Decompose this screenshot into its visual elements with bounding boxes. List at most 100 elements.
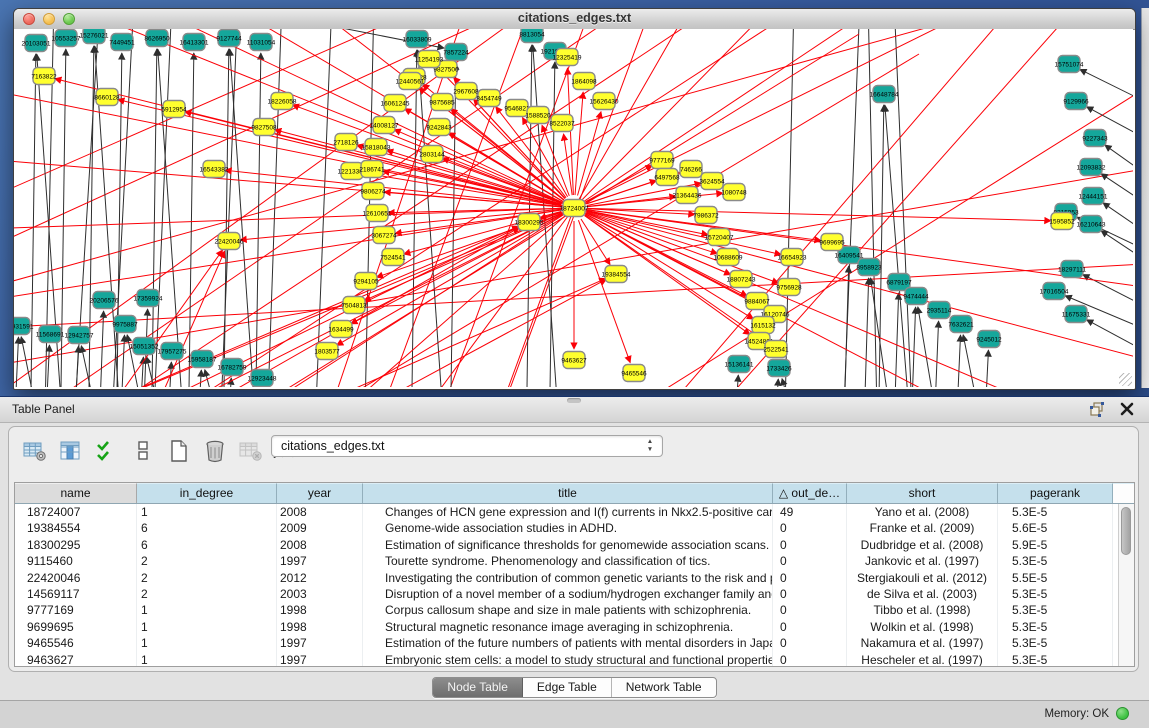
graph-node[interactable]: 2803144 bbox=[419, 146, 445, 163]
graph-node[interactable]: 9975887 bbox=[112, 316, 138, 333]
graph-node[interactable]: 10688609 bbox=[714, 249, 743, 266]
graph-node[interactable]: 16782759 bbox=[218, 359, 247, 376]
graph-node[interactable]: 9756928 bbox=[776, 279, 802, 296]
network-canvas-svg[interactable]: 2010305110553257152760217449451862695016… bbox=[14, 29, 1133, 387]
graph-node[interactable]: 9699695 bbox=[819, 234, 845, 251]
graph-node[interactable]: 1864098 bbox=[571, 73, 597, 90]
graph-node[interactable]: 7449451 bbox=[109, 34, 135, 51]
table-row[interactable]: 1456911722003Disruption of a novel membe… bbox=[15, 586, 1134, 602]
graph-node-hub[interactable]: 18724007 bbox=[560, 200, 589, 217]
graph-node[interactable]: 9777169 bbox=[649, 152, 675, 169]
graph-node[interactable]: 11675331 bbox=[1062, 306, 1091, 323]
create-column-icon[interactable] bbox=[165, 437, 192, 465]
column-header-short[interactable]: short bbox=[847, 483, 998, 503]
delete-table-icon[interactable] bbox=[237, 437, 264, 465]
graph-node[interactable]: 10553257 bbox=[52, 30, 81, 47]
graph-node[interactable]: 1588520 bbox=[525, 107, 551, 124]
float-panel-icon[interactable] bbox=[1089, 401, 1105, 417]
scrollbar-thumb[interactable] bbox=[1121, 507, 1131, 555]
graph-node[interactable]: 16210643 bbox=[1077, 216, 1106, 233]
graph-node[interactable]: 7504813 bbox=[341, 297, 367, 314]
network-window-titlebar[interactable]: citations_edges.txt bbox=[14, 9, 1135, 30]
table-row[interactable]: 1830029562008Estimation of significance … bbox=[15, 537, 1134, 553]
graph-node[interactable]: 15720407 bbox=[705, 229, 734, 246]
graph-node[interactable]: 7163822 bbox=[31, 68, 57, 85]
graph-node[interactable]: 1733426 bbox=[766, 360, 792, 377]
column-header-pagerank[interactable]: pagerank bbox=[998, 483, 1113, 503]
graph-node[interactable]: 18297111 bbox=[1058, 261, 1086, 278]
graph-node[interactable]: 15276021 bbox=[80, 29, 109, 44]
network-window[interactable]: citations_edges.txt 20103051105532571527… bbox=[13, 8, 1136, 390]
table-row[interactable]: 969969511998Structural magnetic resonanc… bbox=[15, 619, 1134, 635]
graph-node[interactable]: 15051352 bbox=[130, 338, 159, 355]
graph-node[interactable]: 5912954 bbox=[161, 101, 187, 118]
graph-node[interactable]: 13931591 bbox=[14, 318, 34, 335]
graph-node[interactable]: 1595852 bbox=[1049, 213, 1075, 230]
graph-node[interactable]: 16061245 bbox=[381, 95, 410, 112]
graph-node[interactable]: 9245012 bbox=[976, 331, 1002, 348]
graph-node[interactable]: 8958923 bbox=[856, 259, 882, 276]
graph-node[interactable]: 12610651 bbox=[363, 205, 392, 222]
graph-node[interactable]: 17957275 bbox=[158, 343, 187, 360]
graph-node[interactable]: 12942757 bbox=[65, 327, 94, 344]
graph-node[interactable]: 1634499 bbox=[328, 321, 354, 338]
table-row[interactable]: 946554611997Estimation of the future num… bbox=[15, 635, 1134, 651]
graph-node[interactable]: 16654923 bbox=[778, 249, 807, 266]
graph-node[interactable]: 14008127 bbox=[370, 117, 399, 134]
row-height-icon[interactable] bbox=[129, 437, 156, 465]
graph-node[interactable]: 16413301 bbox=[180, 34, 209, 51]
graph-node[interactable]: 17016504 bbox=[1040, 283, 1069, 300]
graph-node[interactable]: 16543382 bbox=[200, 161, 229, 178]
graph-node[interactable]: 9827508 bbox=[251, 119, 277, 136]
column-visibility-icon[interactable] bbox=[57, 437, 84, 465]
graph-node[interactable]: 12923448 bbox=[248, 370, 277, 387]
close-panel-icon[interactable] bbox=[1119, 401, 1135, 417]
graph-node[interactable]: 2718126 bbox=[333, 134, 359, 151]
graph-node[interactable]: 12325419 bbox=[553, 49, 582, 66]
graph-node[interactable]: 8454749 bbox=[476, 90, 502, 107]
graph-node[interactable]: 9806274 bbox=[360, 183, 386, 200]
graph-node[interactable]: 12444151 bbox=[1079, 188, 1108, 205]
graph-node[interactable]: 3067274 bbox=[371, 227, 397, 244]
table-row[interactable]: 2242004622012Investigating the contribut… bbox=[15, 570, 1134, 586]
graph-node[interactable]: 9242843 bbox=[426, 119, 452, 136]
graph-node[interactable]: 2186741 bbox=[359, 161, 385, 178]
table-row[interactable]: 946362711997Embryonic stem cells: a mode… bbox=[15, 652, 1134, 667]
graph-node[interactable]: 18300295 bbox=[515, 214, 544, 231]
network-view[interactable]: 2010305110553257152760217449451862695016… bbox=[14, 29, 1133, 387]
graph-node[interactable]: 18807243 bbox=[727, 271, 756, 288]
window-resize-grip[interactable] bbox=[1119, 373, 1132, 386]
graph-node[interactable]: 12440561 bbox=[396, 73, 425, 90]
graph-node[interactable]: 9875685 bbox=[429, 94, 455, 111]
graph-node[interactable]: 9463627 bbox=[561, 352, 587, 369]
graph-node[interactable]: 16033809 bbox=[403, 31, 432, 48]
graph-node[interactable]: 22420046 bbox=[215, 233, 244, 250]
graph-node[interactable]: 20206576 bbox=[90, 292, 119, 309]
table-row[interactable]: 1938455462009Genome-wide association stu… bbox=[15, 520, 1134, 536]
delete-column-icon[interactable] bbox=[201, 437, 228, 465]
panel-drag-handle[interactable] bbox=[567, 398, 581, 403]
column-header-year[interactable]: year bbox=[277, 483, 363, 503]
graph-node[interactable]: 11254193 bbox=[415, 51, 444, 68]
graph-node[interactable]: 16648784 bbox=[870, 86, 899, 103]
table-row[interactable]: 1872400712008Changes of HCN gene express… bbox=[15, 504, 1134, 520]
column-header-name[interactable]: name bbox=[15, 483, 137, 503]
graph-node[interactable]: 6497568 bbox=[654, 169, 680, 186]
graph-node[interactable]: 15958187 bbox=[188, 351, 217, 368]
graph-node[interactable]: 9129966 bbox=[1063, 93, 1089, 110]
graph-node[interactable]: 8813054 bbox=[519, 29, 545, 43]
graph-node[interactable]: 15136141 bbox=[725, 356, 754, 373]
table-options-icon[interactable] bbox=[21, 437, 48, 465]
graph-node[interactable]: 15818043 bbox=[362, 139, 391, 156]
graph-node[interactable]: 20103051 bbox=[22, 35, 51, 52]
graph-node[interactable]: 19384554 bbox=[602, 266, 631, 283]
table-row[interactable]: 977716911998Corpus callosum shape and si… bbox=[15, 602, 1134, 618]
graph-node[interactable]: 18226058 bbox=[268, 93, 297, 110]
graph-node[interactable]: 15751074 bbox=[1055, 56, 1084, 73]
table-vertical-scrollbar[interactable] bbox=[1118, 504, 1134, 666]
graph-node[interactable]: 17359924 bbox=[134, 290, 163, 307]
graph-node[interactable]: 8660128 bbox=[94, 89, 120, 106]
column-header-out_degree[interactable]: △ out_de… bbox=[773, 483, 847, 503]
table-selector-dropdown[interactable]: citations_edges.txt ▲▼ bbox=[271, 435, 663, 457]
graph-node[interactable]: 1615132 bbox=[750, 317, 776, 334]
